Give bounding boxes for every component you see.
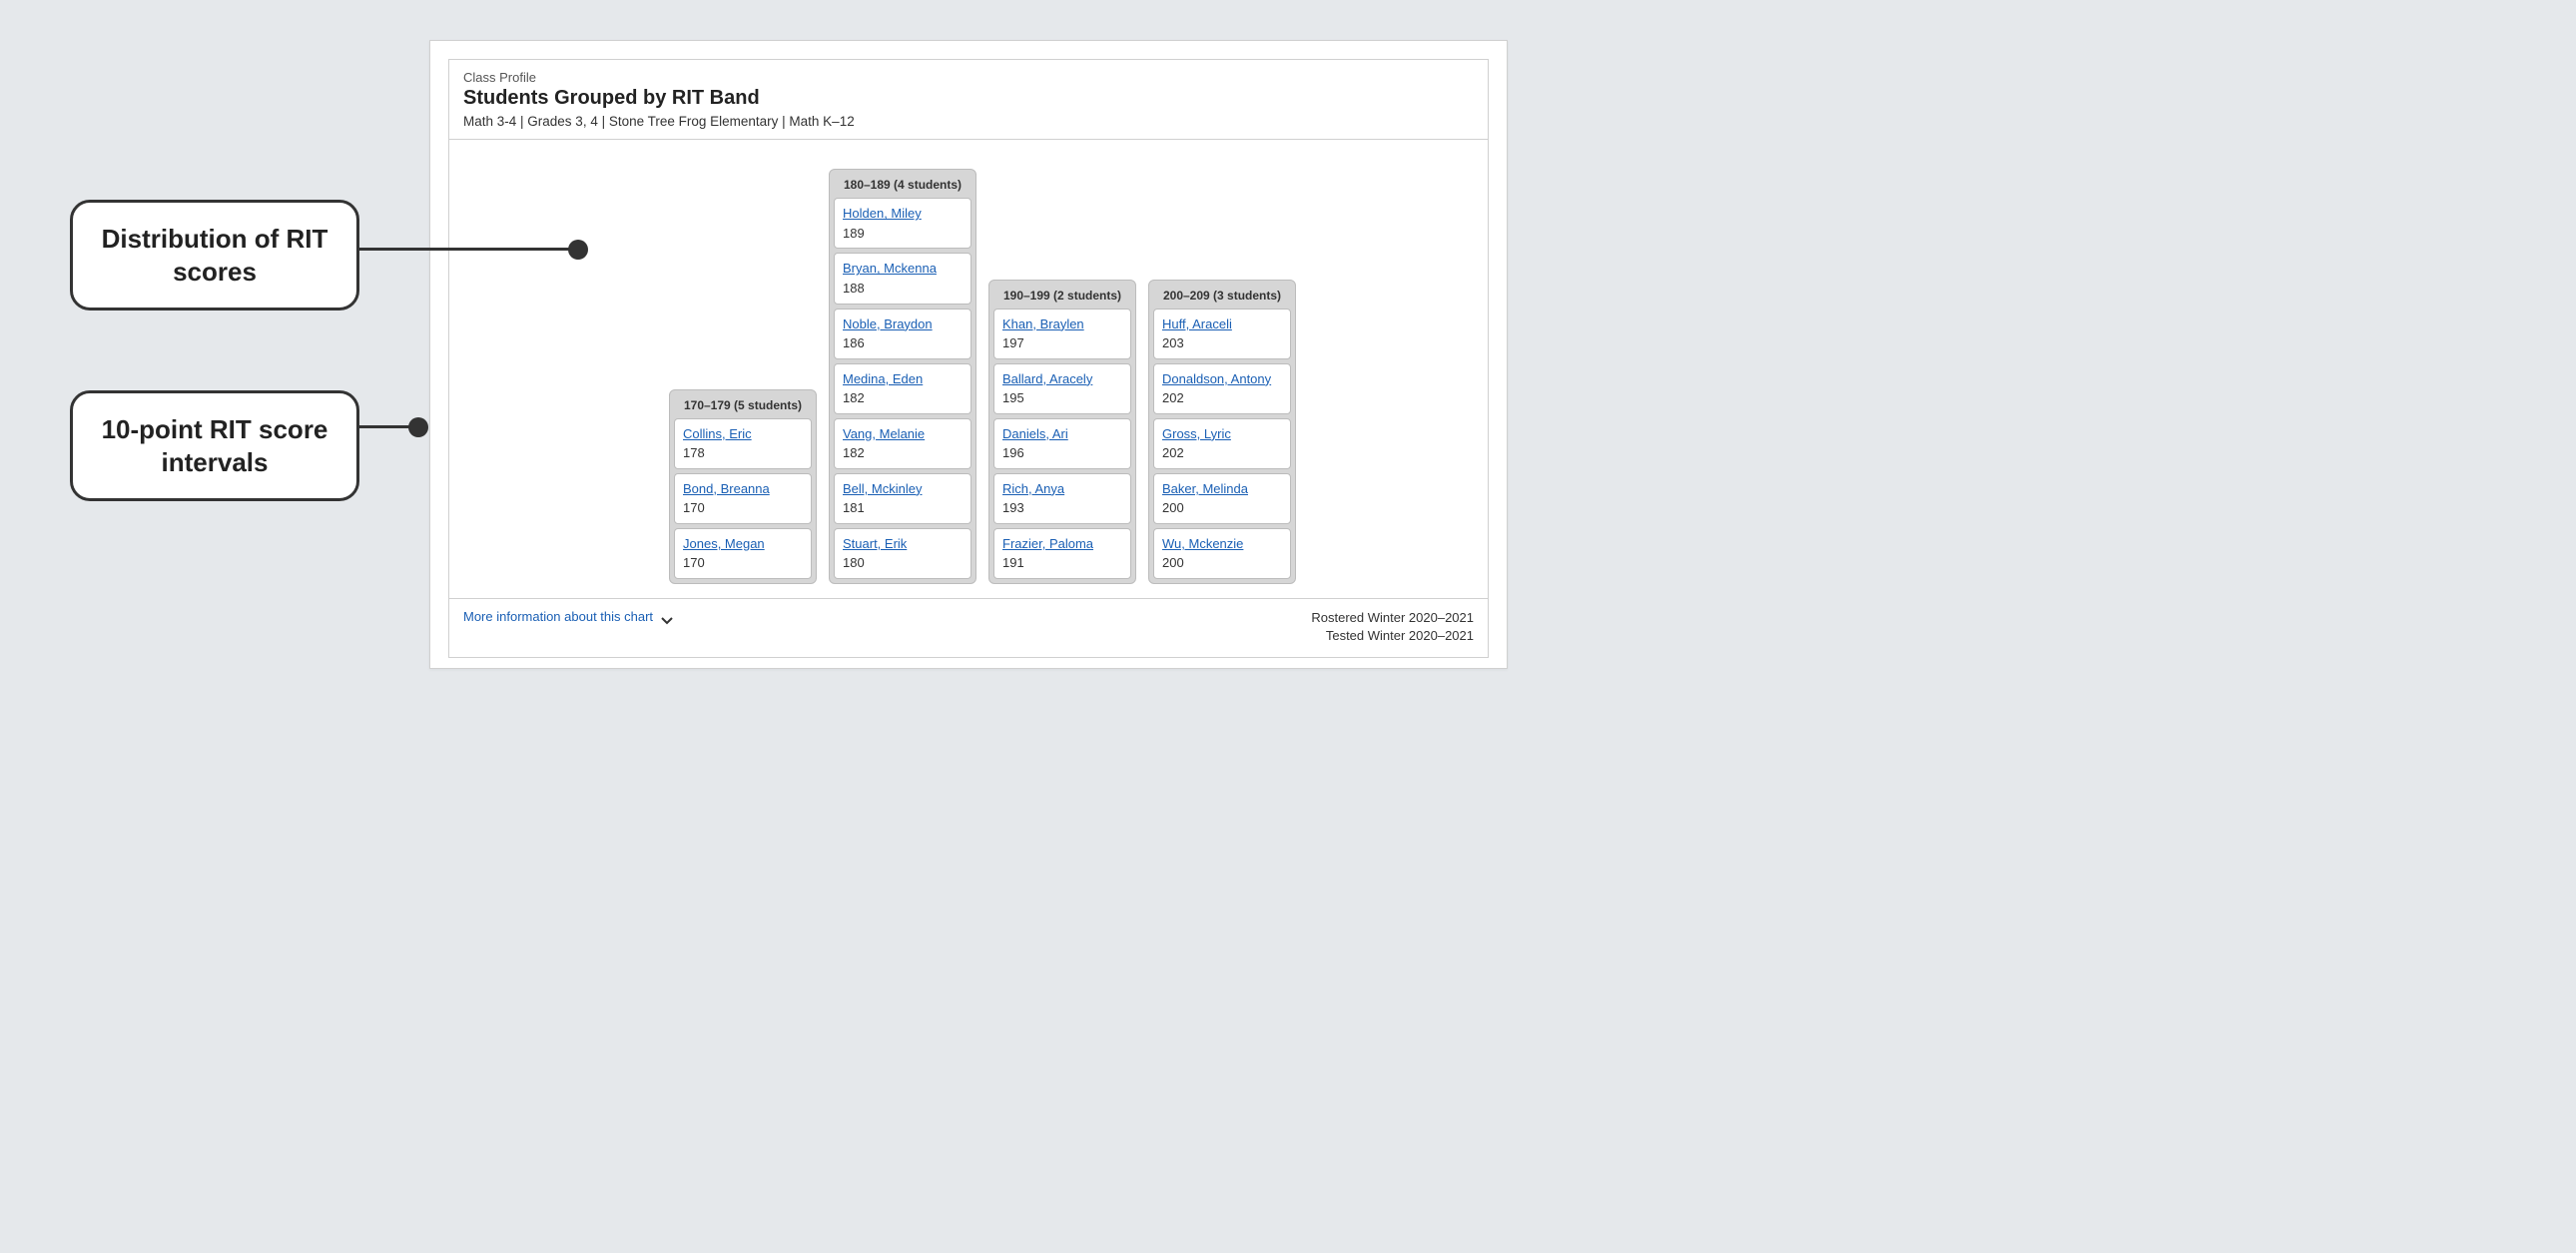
student-score: 203 [1162,334,1282,352]
student-name-link[interactable]: Holden, Miley [843,205,963,223]
chevron-down-icon [661,613,673,621]
page-title: Students Grouped by RIT Band [463,87,1474,110]
student-score: 181 [843,499,963,517]
student-score: 200 [1162,554,1282,572]
annotation-callouts: Distribution of RIT scores 10-point RIT … [70,200,429,501]
student-card[interactable]: Collins, Eric178 [674,418,812,469]
student-score: 193 [1002,499,1122,517]
band-header: 170–179 (5 students) [674,394,812,418]
student-card[interactable]: Stuart, Erik180 [834,528,971,579]
student-card[interactable]: Khan, Braylen197 [993,309,1131,359]
footer-meta: Rostered Winter 2020–2021 Tested Winter … [1311,609,1474,645]
student-card[interactable]: Huff, Araceli203 [1153,309,1291,359]
student-card[interactable]: Vang, Melanie182 [834,418,971,469]
student-card[interactable]: Gross, Lyric202 [1153,418,1291,469]
student-score: 182 [843,444,963,462]
more-info-label: More information about this chart [463,609,653,624]
student-card[interactable]: Holden, Miley 189 [834,198,971,249]
rit-band-column: 190–199 (2 students)Khan, Braylen197Ball… [988,280,1136,584]
student-card[interactable]: Medina, Eden182 [834,363,971,414]
student-name-link[interactable]: Rich, Anya [1002,480,1122,498]
callout-distribution: Distribution of RIT scores [70,200,359,311]
band-header: 190–199 (2 students) [993,285,1131,309]
rit-band-column: 200–209 (3 students)Huff, Araceli203Dona… [1148,280,1296,584]
connector-line [359,425,419,428]
rit-band-column: 180–189 (4 students) Holden, Miley 189 Brya… [829,169,976,584]
student-score: 178 [683,444,803,462]
rostered-term: Rostered Winter 2020–2021 [1311,609,1474,627]
student-card[interactable]: Frazier, Paloma191 [993,528,1131,579]
student-card[interactable]: Donaldson, Antony202 [1153,363,1291,414]
student-card[interactable]: Noble, Braydon186 [834,309,971,359]
student-card[interactable]: Jones, Megan170 [674,528,812,579]
student-name-link[interactable]: Wu, Mckenzie [1162,535,1282,553]
connector-line [359,248,579,251]
student-score: 170 [683,554,803,572]
report-footer: More information about this chart Roster… [449,599,1488,657]
callout-intervals: 10-point RIT score intervals [70,390,359,501]
student-name-link[interactable]: Donaldson, Antony [1162,370,1282,388]
band-header: 180–189 (4 students) [834,174,971,198]
student-score: 186 [843,334,963,352]
student-name-link[interactable]: Huff, Araceli [1162,315,1282,333]
rit-band-chart: 170–179 (5 students)Collins, Eric178Bond… [449,140,1488,599]
class-profile-report: Class Profile Students Grouped by RIT Ba… [429,40,1508,669]
report-subtitle: Math 3-4 | Grades 3, 4 | Stone Tree Frog… [463,114,1474,129]
student-name-link[interactable]: Noble, Braydon [843,315,963,333]
student-name-link[interactable]: Collins, Eric [683,425,803,443]
student-name-link[interactable]: Vang, Melanie [843,425,963,443]
student-score: 170 [683,499,803,517]
student-name-link[interactable]: Baker, Melinda [1162,480,1282,498]
more-info-toggle[interactable]: More information about this chart [463,609,673,624]
student-score: 180 [843,554,963,572]
report-header: Class Profile Students Grouped by RIT Ba… [449,60,1488,140]
student-name-link[interactable]: Daniels, Ari [1002,425,1122,443]
student-score: 195 [1002,389,1122,407]
student-score: 182 [843,389,963,407]
student-score: 188 [843,280,963,298]
student-score: 202 [1162,444,1282,462]
student-card[interactable]: Wu, Mckenzie200 [1153,528,1291,579]
student-card[interactable]: Baker, Melinda200 [1153,473,1291,524]
student-name-link[interactable]: Bryan, Mckenna [843,260,963,278]
student-score: 191 [1002,554,1122,572]
student-score: 196 [1002,444,1122,462]
student-score: 189 [843,225,963,243]
breadcrumb: Class Profile [463,70,1474,85]
student-name-link[interactable]: Ballard, Aracely [1002,370,1122,388]
student-card[interactable]: Bryan, Mckenna 188 [834,253,971,304]
student-name-link[interactable]: Gross, Lyric [1162,425,1282,443]
rit-band-column: 170–179 (5 students)Collins, Eric178Bond… [669,389,817,584]
student-score: 202 [1162,389,1282,407]
student-card[interactable]: Rich, Anya193 [993,473,1131,524]
student-name-link[interactable]: Stuart, Erik [843,535,963,553]
student-card[interactable]: Bell, Mckinley181 [834,473,971,524]
student-score: 197 [1002,334,1122,352]
student-card[interactable]: Daniels, Ari196 [993,418,1131,469]
student-score: 200 [1162,499,1282,517]
report-inner-frame: Class Profile Students Grouped by RIT Ba… [448,59,1489,658]
student-name-link[interactable]: Khan, Braylen [1002,315,1122,333]
student-card[interactable]: Ballard, Aracely195 [993,363,1131,414]
student-name-link[interactable]: Bell, Mckinley [843,480,963,498]
tested-term: Tested Winter 2020–2021 [1311,627,1474,645]
student-name-link[interactable]: Medina, Eden [843,370,963,388]
student-name-link[interactable]: Frazier, Paloma [1002,535,1122,553]
student-name-link[interactable]: Jones, Megan [683,535,803,553]
band-header: 200–209 (3 students) [1153,285,1291,309]
student-card[interactable]: Bond, Breanna170 [674,473,812,524]
student-name-link[interactable]: Bond, Breanna [683,480,803,498]
